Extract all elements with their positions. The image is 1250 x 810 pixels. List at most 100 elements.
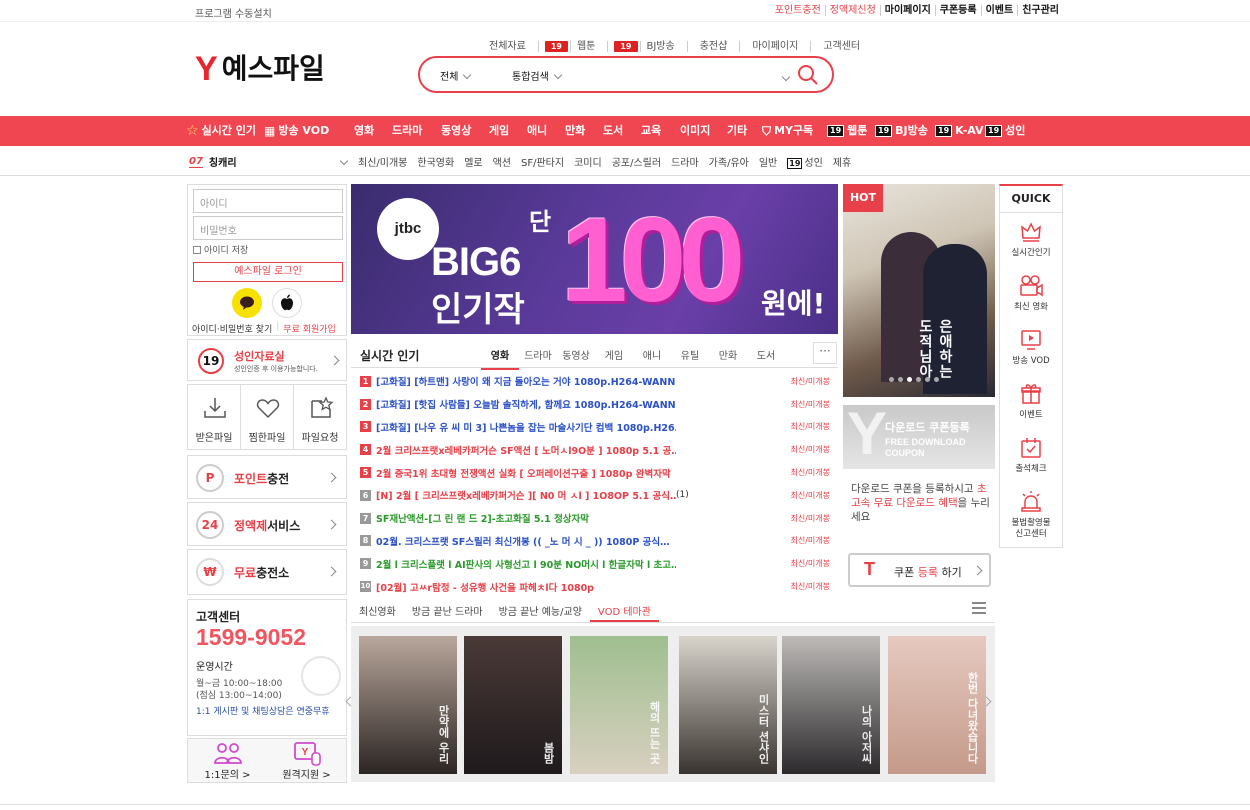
genre-link[interactable]: 한국영화 <box>417 154 454 169</box>
nav-item[interactable]: 19 성인 <box>985 116 1025 146</box>
search-scope-select[interactable]: 전체 <box>440 68 500 83</box>
top-link[interactable]: 이벤트 <box>980 5 1018 16</box>
hot-banner[interactable]: HOT 은애하는 도적님아 <box>843 184 995 397</box>
vod-poster[interactable]: 봄밤 <box>464 636 562 774</box>
subnav-link[interactable]: 고객센터 <box>810 41 872 52</box>
one-to-one-inquiry-button[interactable]: 1:1문의 > <box>188 739 267 782</box>
chevron-down-icon[interactable] <box>339 156 349 166</box>
top-link[interactable]: 정액제신청 <box>824 5 880 16</box>
nav-item[interactable]: 교육 <box>641 116 661 146</box>
top-link[interactable]: 마이페이지 <box>879 5 935 16</box>
vod-tab[interactable]: VOD 테마관 <box>589 599 659 622</box>
menu-icon[interactable] <box>972 602 986 614</box>
item-title[interactable]: [N] 2월 [ 크리쓰프랫x레베카퍼거슨 ][ N0 머 ㅅl ] 1O8OP… <box>376 488 676 502</box>
genre-link[interactable]: 공포/스릴러 <box>612 154 661 169</box>
top-link[interactable]: 쿠폰등록 <box>934 5 981 16</box>
search-history-chevron-icon[interactable] <box>781 72 791 82</box>
genre-current[interactable]: 07 칭캐리 <box>189 154 237 169</box>
nav-item[interactable]: 이미지 <box>680 116 710 146</box>
top-link[interactable]: 친구관리 <box>1017 5 1063 16</box>
login-button[interactable]: 예스파일 로그인 <box>193 262 343 282</box>
file-request-button[interactable]: 파일요청 <box>293 385 346 449</box>
subnav-link[interactable]: 전체자료 <box>477 41 538 52</box>
item-title[interactable]: [고화질] [나우 유 씨 미 3] 나쁜놈을 잡는 마술사기단 컴백 1080… <box>376 420 676 434</box>
search-input[interactable] <box>590 63 770 87</box>
vod-tab[interactable]: 방금 끝난 드라마 <box>404 599 491 622</box>
quick-report-center[interactable]: 불법촬영물 신고센터 <box>1000 490 1062 540</box>
password-field[interactable]: 비밀번호 <box>193 216 343 240</box>
genre-link[interactable]: 멜로 <box>464 154 482 169</box>
genre-link[interactable]: 드라마 <box>671 154 699 169</box>
genre-link[interactable]: 19 성인 <box>787 154 823 169</box>
point-charge-link[interactable]: P 포인트충전 <box>187 455 347 499</box>
subnav-link[interactable]: 19 웹툰 <box>537 41 608 52</box>
realtime-list-item[interactable]: 5 2월 중국1위 초대형 전쟁액션 실화 [ 오퍼레이션구출 ] 1080p 완… <box>351 461 838 484</box>
realtime-list-item[interactable]: 7 SF재난액션-[그 린 랜 드 2]-초고화질 5.1 정상자막 최신/미개봉 <box>351 507 838 530</box>
subnav-link[interactable]: 마이페이지 <box>739 41 810 52</box>
vod-tab[interactable]: 방금 끝난 예능/교양 <box>491 599 590 622</box>
nav-item[interactable]: 도서 <box>603 116 623 146</box>
kakao-login-button[interactable] <box>232 288 262 318</box>
install-link[interactable]: 프로그램 수동설치 <box>195 5 272 20</box>
item-title[interactable]: 2월 l 크리스플랫 l AI판사의 사형선고 l 90분 NO머시 l 한글자… <box>376 557 676 571</box>
vod-poster[interactable]: 미스터 션샤인 <box>679 636 777 774</box>
received-files-button[interactable]: 받은파일 <box>188 385 240 449</box>
realtime-list-item[interactable]: 2 [고화질] [핫집 사람들] 오늘밤 솔직하게, 함께요 1080p.H264… <box>351 393 838 416</box>
quick-attendance[interactable]: 출석체크 <box>1000 436 1062 475</box>
adult-section-link[interactable]: 19 성인자료실 성인인증 후 이용가능합니다. <box>187 339 347 381</box>
vod-poster[interactable]: 한번 다녀왔습니다 <box>888 636 986 774</box>
quick-event[interactable]: 이벤트 <box>1000 382 1062 421</box>
item-title[interactable]: 2월 크리쓰프랫x레베카퍼거슨 SF액션 [ 노머ㅅl9O분 ] 1080p 5… <box>376 443 676 457</box>
vod-poster[interactable]: 나의 아저씨 <box>782 636 880 774</box>
nav-item[interactable]: 19 BJ방송 <box>875 116 928 146</box>
genre-link[interactable]: 액션 <box>493 154 511 169</box>
realtime-list-item[interactable]: 3 [고화질] [나우 유 씨 미 3] 나쁜놈을 잡는 마술사기단 컴백 108… <box>351 416 838 439</box>
carousel-dot[interactable] <box>907 377 912 382</box>
nav-item[interactable]: ⛉ MY구독 <box>762 116 813 146</box>
subnav-link[interactable]: 19 BJ방송 <box>607 41 686 52</box>
quick-broadcast-vod[interactable]: 방송 VOD <box>1000 328 1062 367</box>
genre-link[interactable]: 제휴 <box>833 154 851 169</box>
nav-item[interactable]: 19 웹툰 <box>827 116 867 146</box>
vod-poster[interactable]: 해의 뜨는 곳 <box>570 636 668 774</box>
free-charge-link[interactable]: ₩ 무료충전소 <box>187 549 347 595</box>
top-link[interactable]: 포인트충전 <box>771 5 825 16</box>
id-field[interactable]: 아이디 <box>193 189 343 213</box>
promo-banner[interactable]: jtbc BIG6 인기작 단 100 원에! <box>351 184 838 334</box>
quick-new-movies[interactable]: 최신 영화 <box>1000 274 1062 313</box>
save-id-checkbox[interactable]: 아이디 저장 <box>193 243 248 256</box>
remote-support-button[interactable]: Y 원격지원 > <box>267 739 346 782</box>
nav-item[interactable]: 19 K-AV <box>935 116 984 146</box>
genre-link[interactable]: 가족/유아 <box>709 154 749 169</box>
flat-rate-service-link[interactable]: 24 정액제서비스 <box>187 502 347 546</box>
nav-item[interactable]: 만화 <box>565 116 585 146</box>
vod-poster[interactable]: 만약에 우리 <box>359 636 457 774</box>
join-link[interactable]: 무료 회원가입 <box>283 322 336 335</box>
vod-tab[interactable]: 최신영화 <box>351 599 404 622</box>
genre-link[interactable]: 최신/미개봉 <box>358 154 407 169</box>
realtime-list-item[interactable]: 8 02월. 크리스프랫 SF스릴러 최신개봉 (( _노 머 시 _ )) 10… <box>351 530 838 553</box>
realtime-list-item[interactable]: 10 [02월] 고ㅆr탐정 - 성유행 사건을 파헤ㅊl다 1080p 최신/미개… <box>351 575 838 598</box>
realtime-list-item[interactable]: 9 2월 l 크리스플랫 l AI판사의 사형선고 l 90분 NO머시 l 한글… <box>351 552 838 575</box>
site-logo[interactable]: Y 예스파일 <box>195 52 325 86</box>
find-account-link[interactable]: 아이디·비밀번호 찾기 <box>192 322 272 335</box>
nav-item[interactable]: 기타 <box>727 116 747 146</box>
coupon-banner[interactable]: Y 다운로드 쿠폰등록 FREE DOWNLOAD COUPON <box>843 405 995 469</box>
genre-link[interactable]: 코미디 <box>574 154 602 169</box>
carousel-dot[interactable] <box>916 377 921 382</box>
nav-item[interactable]: ▦ 방송 VOD <box>264 116 329 146</box>
item-title[interactable]: SF재난액션-[그 린 랜 드 2]-초고화질 5.1 정상자막 <box>376 511 589 525</box>
carousel-dot[interactable] <box>934 377 939 382</box>
apple-login-button[interactable] <box>272 288 302 318</box>
item-title[interactable]: [02월] 고ㅆr탐정 - 성유행 사건을 파헤ㅊl다 1080p <box>376 580 594 594</box>
nav-item[interactable]: ☆ 실시간 인기 <box>186 116 256 146</box>
wishlist-button[interactable]: 찜한파일 <box>240 385 293 449</box>
genre-link[interactable]: 일반 <box>759 154 777 169</box>
carousel-dot[interactable] <box>925 377 930 382</box>
nav-item[interactable]: 영화 <box>354 116 374 146</box>
nav-item[interactable]: 게임 <box>489 116 509 146</box>
item-title[interactable]: [고화질] [핫집 사람들] 오늘밤 솔직하게, 함께요 1080p.H264-… <box>376 397 676 411</box>
nav-item[interactable]: 동영상 <box>441 116 471 146</box>
more-button[interactable]: ··· <box>813 342 837 364</box>
quick-realtime-popular[interactable]: 실시간인기 <box>1000 220 1062 259</box>
